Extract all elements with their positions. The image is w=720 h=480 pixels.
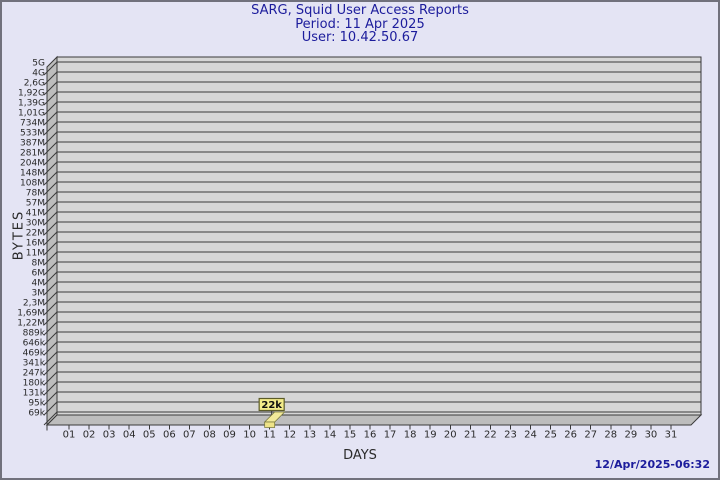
sarg-report-page: SARG, Squid User Access Reports Period: … [0, 0, 720, 480]
y-tick-label: 387M [20, 139, 45, 149]
y-tick-label: 16M [26, 239, 45, 249]
report-timestamp: 12/Apr/2025-06:32 [594, 458, 710, 471]
x-tick-label: 24 [524, 430, 537, 441]
x-tick-label: 02 [83, 430, 96, 441]
y-tick-label: 8M [32, 259, 46, 269]
chart-panel [56, 56, 702, 416]
y-tick-label: 734M [20, 119, 45, 129]
x-tick-label: 28 [604, 430, 617, 441]
x-tick-label: 14 [323, 430, 336, 441]
x-tick-label: 13 [303, 430, 316, 441]
x-tick-label: 03 [103, 430, 116, 441]
x-tick-label: 29 [625, 430, 638, 441]
y-tick-label: 180k [23, 379, 46, 389]
y-tick-label: 131k [23, 389, 46, 399]
x-tick-label: 12 [283, 430, 296, 441]
x-tick-label: 05 [143, 430, 156, 441]
y-tick-label: 78M [26, 189, 45, 199]
chart-canvas: 5G4G2,6G1,92G1,39G1,01G734M533M387M281M2… [17, 55, 703, 441]
x-tick-label: 06 [163, 430, 176, 441]
x-tick-label: 17 [384, 430, 397, 441]
y-tick-label: 1,39G [18, 99, 45, 109]
x-tick-label: 18 [404, 430, 417, 441]
x-tick-label: 26 [564, 430, 577, 441]
y-tick-label: 1,01G [18, 109, 45, 119]
x-tick-label: 01 [63, 430, 76, 441]
x-tick-label: 08 [203, 430, 216, 441]
y-tick-label: 247k [23, 369, 46, 379]
y-tick-label: 1,92G [18, 89, 45, 99]
y-tick-label: 41M [26, 209, 45, 219]
y-tick-label: 69k [28, 409, 45, 419]
y-tick-label: 646k [23, 339, 46, 349]
y-tick-label: 1,69M [17, 309, 45, 319]
y-tick-label: 95k [28, 399, 45, 409]
y-tick-label: 341k [23, 359, 46, 369]
x-tick-label: 21 [464, 430, 477, 441]
y-tick-label: 5G [32, 59, 45, 69]
y-tick-label: 11M [26, 249, 45, 259]
y-tick-label: 108M [20, 179, 45, 189]
y-tick-label: 148M [20, 169, 45, 179]
y-tick-label: 30M [26, 219, 45, 229]
x-tick-label: 11 [263, 430, 276, 441]
y-tick-label: 4G [32, 69, 45, 79]
y-tick-label: 204M [20, 159, 45, 169]
x-tick-label: 09 [223, 430, 236, 441]
x-tick-label: 16 [364, 430, 377, 441]
x-tick-label: 04 [123, 430, 136, 441]
y-tick-label: 1,22M [17, 319, 45, 329]
bar-front-face [264, 421, 276, 428]
y-tick-label: 281M [20, 149, 45, 159]
x-tick-label: 31 [665, 430, 678, 441]
x-tick-label: 23 [504, 430, 517, 441]
x-tick-label: 30 [645, 430, 658, 441]
x-tick-label: 27 [584, 430, 597, 441]
x-tick-label: 22 [484, 430, 497, 441]
x-tick-label: 19 [424, 430, 437, 441]
y-tick-label: 22M [26, 229, 45, 239]
y-tick-label: 2,6G [24, 79, 45, 89]
x-tick-label: 20 [444, 430, 457, 441]
x-tick-label: 10 [243, 430, 256, 441]
x-tick-label: 25 [544, 430, 557, 441]
y-tick-label: 469k [23, 349, 46, 359]
x-tick-label: 15 [344, 430, 357, 441]
y-tick-label: 4M [32, 279, 46, 289]
y-tick-label: 57M [26, 199, 45, 209]
x-tick-label: 07 [183, 430, 196, 441]
y-tick-label: 889k [23, 329, 46, 339]
chart-base [45, 414, 703, 426]
bar-value-label: 22k [261, 400, 282, 411]
y-tick-label: 6M [32, 269, 46, 279]
y-axis-title: BYTES [11, 209, 27, 261]
y-tick-label: 3M [32, 289, 46, 299]
y-tick-label: 533M [20, 129, 45, 139]
y-tick-label: 2,3M [23, 299, 45, 309]
